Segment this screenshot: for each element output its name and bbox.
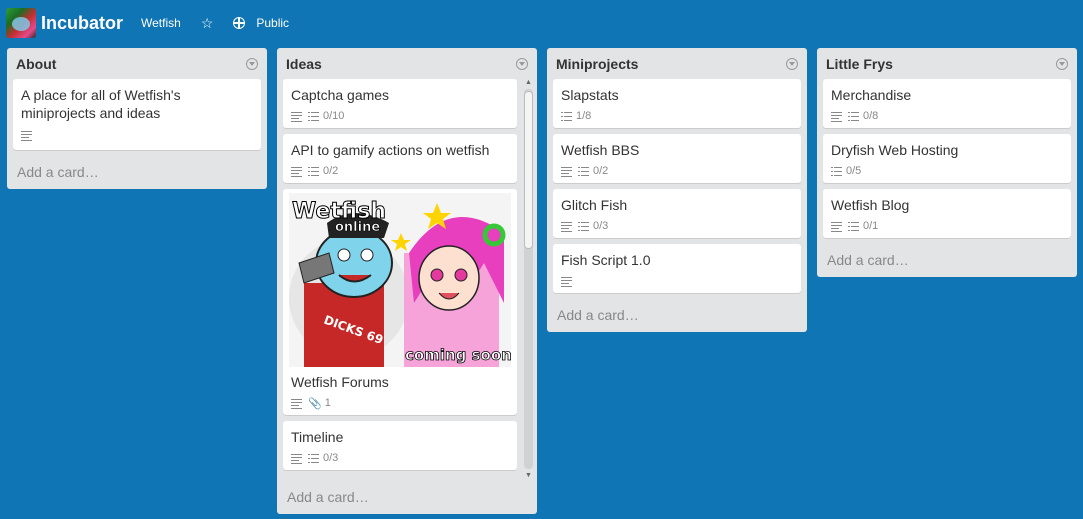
card-title: A place for all of Wetfish's miniproject… <box>21 87 181 121</box>
checklist-icon <box>308 453 319 463</box>
cover-sub-text: online <box>335 220 380 235</box>
description-icon <box>561 276 572 287</box>
description-icon <box>561 166 572 177</box>
list-ideas: Ideas Captcha games 0/10 API to gamify a… <box>277 48 537 514</box>
checklist-icon <box>561 111 572 121</box>
card-title: Merchandise <box>831 87 912 103</box>
card[interactable]: Fish Script 1.0 <box>553 244 801 293</box>
card-title: Slapstats <box>561 87 619 103</box>
card-title: Wetfish Forums <box>291 374 389 390</box>
card[interactable]: API to gamify actions on wetfish 0/2 <box>283 134 517 183</box>
checklist-count: 0/10 <box>323 110 345 122</box>
list-header: About <box>7 48 267 79</box>
card-cover-image: Wetfish online DICKS 69 coming soon <box>289 193 511 367</box>
visibility-label: Public <box>256 16 290 30</box>
list-menu-icon[interactable] <box>246 57 258 70</box>
card[interactable]: Dryfish Web Hosting 0/5 <box>823 134 1071 183</box>
checklist-count: 0/2 <box>323 165 339 177</box>
card[interactable]: Captcha games 0/10 <box>283 79 517 128</box>
list-little-frys: Little Frys Merchandise 0/8 Dryfish Web … <box>817 48 1077 277</box>
list-menu-icon[interactable] <box>516 57 528 70</box>
description-icon <box>561 221 572 232</box>
card-title: Fish Script 1.0 <box>561 252 651 268</box>
checklist-count: 0/2 <box>593 165 609 177</box>
checklist-icon <box>831 166 842 176</box>
card[interactable]: A place for all of Wetfish's miniproject… <box>13 79 261 150</box>
card-title: Dryfish Web Hosting <box>831 142 959 158</box>
add-card-link[interactable]: Add a card… <box>7 156 267 189</box>
checklist-icon <box>308 166 319 176</box>
cover-tagline-text: coming soon <box>405 346 511 364</box>
add-card-link[interactable]: Add a card… <box>277 479 537 514</box>
list-header: Ideas <box>277 48 537 79</box>
board-title[interactable]: Incubator <box>41 13 123 34</box>
board-header: Incubator Wetfish ☆ Public <box>0 0 1083 46</box>
card-title: Captcha games <box>291 87 390 103</box>
checklist-icon <box>578 221 589 231</box>
checklist-icon <box>308 111 319 121</box>
card[interactable]: Wetfish Blog 0/1 <box>823 189 1071 238</box>
globe-icon <box>233 17 246 29</box>
list-menu-icon[interactable] <box>786 57 798 70</box>
list-title[interactable]: Ideas <box>286 56 322 72</box>
description-icon <box>21 130 32 141</box>
list-menu-icon[interactable] <box>1056 57 1068 70</box>
star-icon[interactable]: ☆ <box>201 15 214 32</box>
card[interactable]: Slapstats 1/8 <box>553 79 801 128</box>
card[interactable]: Wetfish BBS 0/2 <box>553 134 801 183</box>
card[interactable]: Merchandise 0/8 <box>823 79 1071 128</box>
description-icon <box>831 111 842 122</box>
card-title: Wetfish Blog <box>831 197 910 213</box>
card-title: API to gamify actions on wetfish <box>291 142 490 158</box>
checklist-count: 0/5 <box>846 165 862 177</box>
scroll-down-arrow[interactable]: ▼ <box>525 472 532 479</box>
description-icon <box>831 221 842 232</box>
list-header: Little Frys <box>817 48 1077 79</box>
description-icon <box>291 398 302 409</box>
list-scrollbar[interactable]: ▲ ▼ <box>524 79 533 479</box>
checklist-count: 0/1 <box>863 220 879 232</box>
card[interactable]: Timeline 0/3 <box>283 421 517 470</box>
board-logo[interactable] <box>6 8 36 38</box>
card[interactable]: Wetfish online DICKS 69 coming soon Wetf… <box>283 189 517 415</box>
add-card-link[interactable]: Add a card… <box>817 244 1077 277</box>
attachment-count: 1 <box>324 397 331 409</box>
list-miniprojects: Miniprojects Slapstats 1/8 Wetfish BBS 0… <box>547 48 807 332</box>
description-icon <box>291 453 302 464</box>
card-title: Wetfish BBS <box>561 142 640 158</box>
list-header: Miniprojects <box>547 48 807 79</box>
card[interactable]: Glitch Fish 0/3 <box>553 189 801 238</box>
card-title: Glitch Fish <box>561 197 628 213</box>
visibility-button[interactable]: Public <box>233 16 289 30</box>
scroll-up-arrow[interactable]: ▲ <box>525 79 532 86</box>
list-about: About A place for all of Wetfish's minip… <box>7 48 267 189</box>
checklist-count: 1/8 <box>576 110 592 122</box>
checklist-icon <box>848 111 859 121</box>
checklist-count: 0/3 <box>323 452 339 464</box>
org-link[interactable]: Wetfish <box>141 16 181 30</box>
list-title[interactable]: Miniprojects <box>556 56 638 72</box>
add-card-link[interactable]: Add a card… <box>547 299 807 332</box>
description-icon <box>291 111 302 122</box>
checklist-icon <box>578 166 589 176</box>
list-title[interactable]: About <box>16 56 56 72</box>
checklist-count: 0/3 <box>593 220 609 232</box>
scroll-thumb[interactable] <box>524 91 533 249</box>
paperclip-icon: 📎 <box>308 397 322 410</box>
checklist-count: 0/8 <box>863 110 879 122</box>
list-title[interactable]: Little Frys <box>826 56 893 72</box>
card-title: Timeline <box>291 429 344 445</box>
checklist-icon <box>848 221 859 231</box>
description-icon <box>291 166 302 177</box>
